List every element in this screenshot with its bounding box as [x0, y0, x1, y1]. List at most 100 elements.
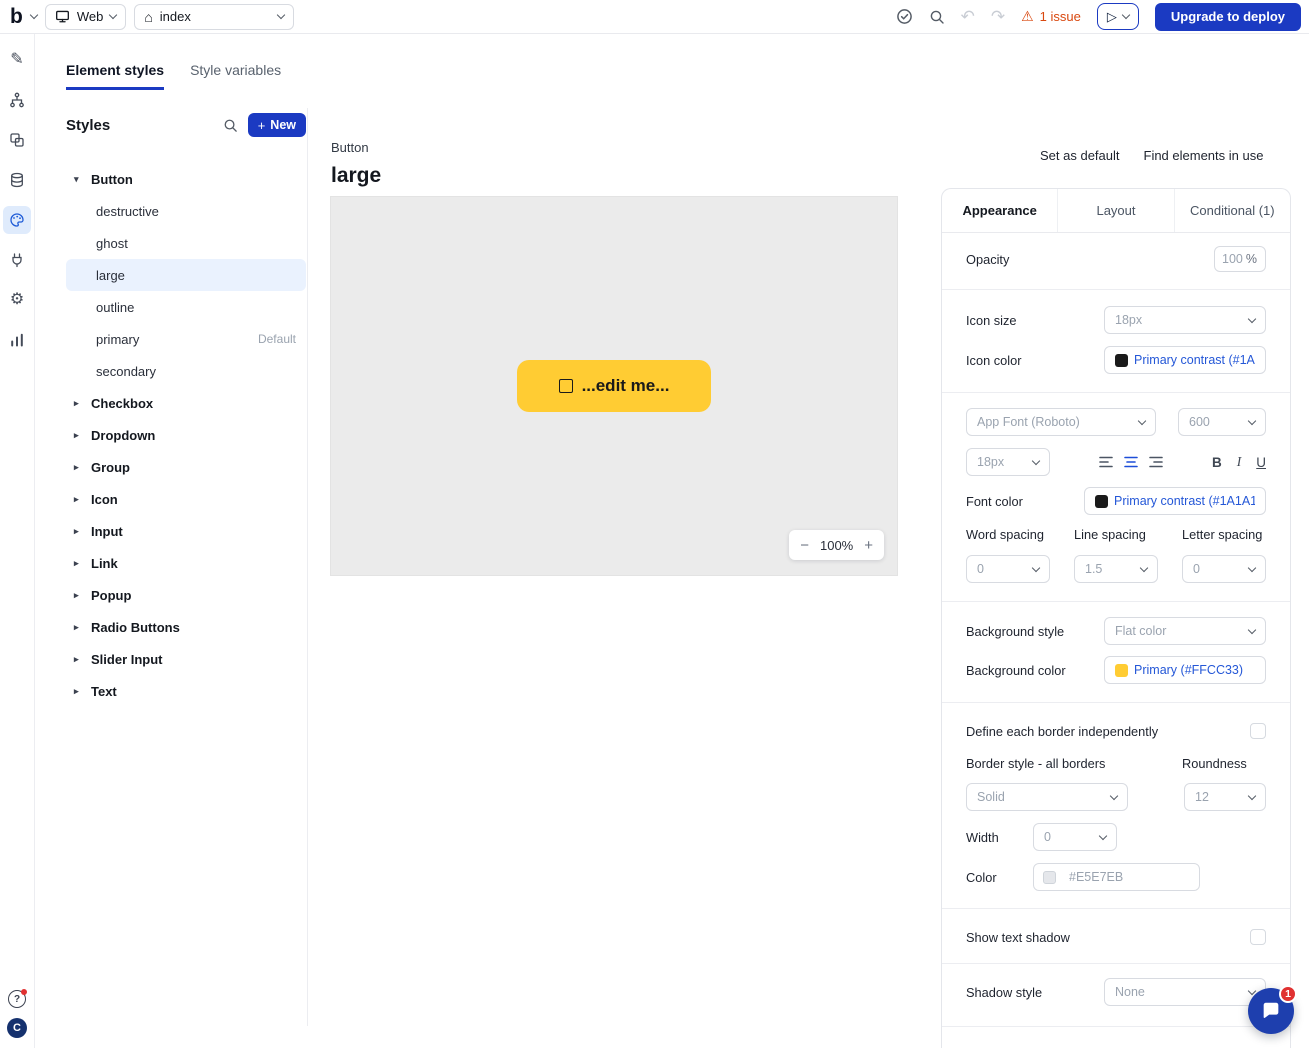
workflow-icon[interactable] — [3, 86, 31, 114]
issues-indicator[interactable]: ⚠ 1 issue — [1021, 8, 1081, 25]
avatar[interactable]: C — [7, 1018, 27, 1038]
style-group-button[interactable]: ▾ Button — [66, 163, 306, 195]
section-divider — [942, 908, 1290, 909]
word-spacing-select[interactable]: 0 — [966, 555, 1050, 583]
redo-icon[interactable]: ↷ — [991, 8, 1005, 25]
align-right-icon[interactable] — [1148, 454, 1164, 470]
chat-launcher[interactable]: 1 — [1248, 988, 1294, 1034]
tab-layout[interactable]: Layout — [1058, 189, 1174, 232]
font-weight-select[interactable]: 600 — [1178, 408, 1266, 436]
preview-button-element[interactable]: ...edit me... — [517, 360, 711, 412]
help-icon[interactable]: ? — [8, 990, 26, 1008]
style-group-text[interactable]: ▸ Text — [66, 675, 306, 707]
border-labels-row: Border style - all borders Roundness — [966, 756, 1266, 771]
design-pencil-icon[interactable]: ✎ — [3, 46, 31, 74]
new-style-button[interactable]: + New — [248, 113, 306, 137]
style-item-primary[interactable]: primary Default — [66, 323, 306, 355]
border-independent-checkbox[interactable] — [1250, 723, 1266, 739]
caret-right-icon[interactable]: ▸ — [74, 494, 91, 505]
line-spacing-select[interactable]: 1.5 — [1074, 555, 1158, 583]
text-shadow-checkbox[interactable] — [1250, 929, 1266, 945]
search-icon[interactable] — [929, 9, 945, 25]
caret-right-icon[interactable]: ▸ — [74, 462, 91, 473]
style-group-input[interactable]: ▸ Input — [66, 515, 306, 547]
font-size-select[interactable]: 18px — [966, 448, 1050, 476]
align-center-icon[interactable] — [1123, 454, 1139, 470]
chevron-down-icon[interactable] — [30, 11, 38, 19]
platform-selector[interactable]: Web — [45, 4, 127, 30]
icon-size-value: 18px — [1115, 313, 1142, 327]
border-width-select[interactable]: 0 — [1033, 823, 1117, 851]
roundness-select[interactable]: 12 — [1184, 783, 1266, 811]
undo-icon[interactable]: ↶ — [961, 8, 975, 25]
font-color-picker[interactable]: Primary contrast (#1A1A1A) — [1084, 487, 1266, 515]
style-item-outline[interactable]: outline — [66, 291, 306, 323]
style-group-link[interactable]: ▸ Link — [66, 547, 306, 579]
align-left-icon[interactable] — [1098, 454, 1114, 470]
caret-right-icon[interactable]: ▸ — [74, 398, 91, 409]
caret-right-icon[interactable]: ▸ — [74, 622, 91, 633]
color-swatch — [1095, 495, 1108, 508]
opacity-row: Opacity 100 % — [966, 246, 1266, 272]
style-group-label: Button — [91, 172, 133, 187]
icon-color-picker[interactable]: Primary contrast (#1A1A1A) — [1104, 346, 1266, 374]
background-style-select[interactable]: Flat color — [1104, 617, 1266, 645]
bubble-logo-icon[interactable]: b — [10, 6, 23, 27]
settings-gear-icon[interactable]: ⚙ — [3, 286, 31, 314]
style-group-icon[interactable]: ▸ Icon — [66, 483, 306, 515]
caret-right-icon[interactable]: ▸ — [74, 686, 91, 697]
zoom-out-icon[interactable]: − — [800, 538, 809, 553]
caret-right-icon[interactable]: ▸ — [74, 654, 91, 665]
find-elements-link[interactable]: Find elements in use — [1144, 148, 1264, 163]
style-item-ghost[interactable]: ghost — [66, 227, 306, 259]
icon-size-select[interactable]: 18px — [1104, 306, 1266, 334]
border-color-input[interactable]: #E5E7EB — [1033, 863, 1200, 891]
page-selector[interactable]: ⌂ index — [134, 4, 294, 30]
background-color-picker[interactable]: Primary (#FFCC33) — [1104, 656, 1266, 684]
letter-spacing-select[interactable]: 0 — [1182, 555, 1266, 583]
chevron-down-icon — [109, 11, 117, 19]
underline-button[interactable]: U — [1256, 455, 1266, 470]
tab-style-variables[interactable]: Style variables — [190, 62, 281, 90]
border-width-label: Width — [966, 830, 1033, 845]
tab-appearance[interactable]: Appearance — [942, 189, 1058, 232]
style-group-label: Slider Input — [91, 652, 163, 667]
warning-icon: ⚠ — [1021, 8, 1034, 25]
italic-button[interactable]: I — [1237, 454, 1242, 470]
caret-right-icon[interactable]: ▸ — [74, 558, 91, 569]
tab-element-styles[interactable]: Element styles — [66, 62, 164, 90]
logs-chart-icon[interactable] — [3, 326, 31, 354]
opacity-input[interactable]: 100 % — [1214, 246, 1266, 272]
chevron-down-icon — [1110, 791, 1118, 799]
set-as-default-link[interactable]: Set as default — [1040, 148, 1120, 163]
style-item-secondary[interactable]: secondary — [66, 355, 306, 387]
color-swatch — [1115, 664, 1128, 677]
search-icon[interactable] — [223, 118, 238, 133]
caret-right-icon[interactable]: ▸ — [74, 526, 91, 537]
style-group-radio-buttons[interactable]: ▸ Radio Buttons — [66, 611, 306, 643]
style-group-group[interactable]: ▸ Group — [66, 451, 306, 483]
caret-right-icon[interactable]: ▸ — [74, 590, 91, 601]
font-family-select[interactable]: App Font (Roboto) — [966, 408, 1156, 436]
style-group-popup[interactable]: ▸ Popup — [66, 579, 306, 611]
components-icon[interactable] — [3, 126, 31, 154]
caret-right-icon[interactable]: ▸ — [74, 430, 91, 441]
bold-button[interactable]: B — [1212, 455, 1222, 470]
style-item-large[interactable]: large — [66, 259, 306, 291]
shadow-style-select[interactable]: None — [1104, 978, 1266, 1006]
database-icon[interactable] — [3, 166, 31, 194]
caret-down-icon[interactable]: ▾ — [74, 174, 91, 185]
check-circle-icon[interactable] — [896, 8, 913, 25]
style-group-slider-input[interactable]: ▸ Slider Input — [66, 643, 306, 675]
preview-button[interactable]: ▷ — [1097, 3, 1139, 30]
style-group-dropdown[interactable]: ▸ Dropdown — [66, 419, 306, 451]
style-item-destructive[interactable]: destructive — [66, 195, 306, 227]
zoom-in-icon[interactable]: + — [864, 538, 873, 553]
plugins-icon[interactable] — [3, 246, 31, 274]
tab-conditional[interactable]: Conditional (1) — [1175, 189, 1290, 232]
styles-palette-icon[interactable] — [3, 206, 31, 234]
style-group-checkbox[interactable]: ▸ Checkbox — [66, 387, 306, 419]
border-style-select[interactable]: Solid — [966, 783, 1128, 811]
font-color-label: Font color — [966, 494, 1023, 509]
upgrade-to-deploy-button[interactable]: Upgrade to deploy — [1155, 3, 1301, 31]
